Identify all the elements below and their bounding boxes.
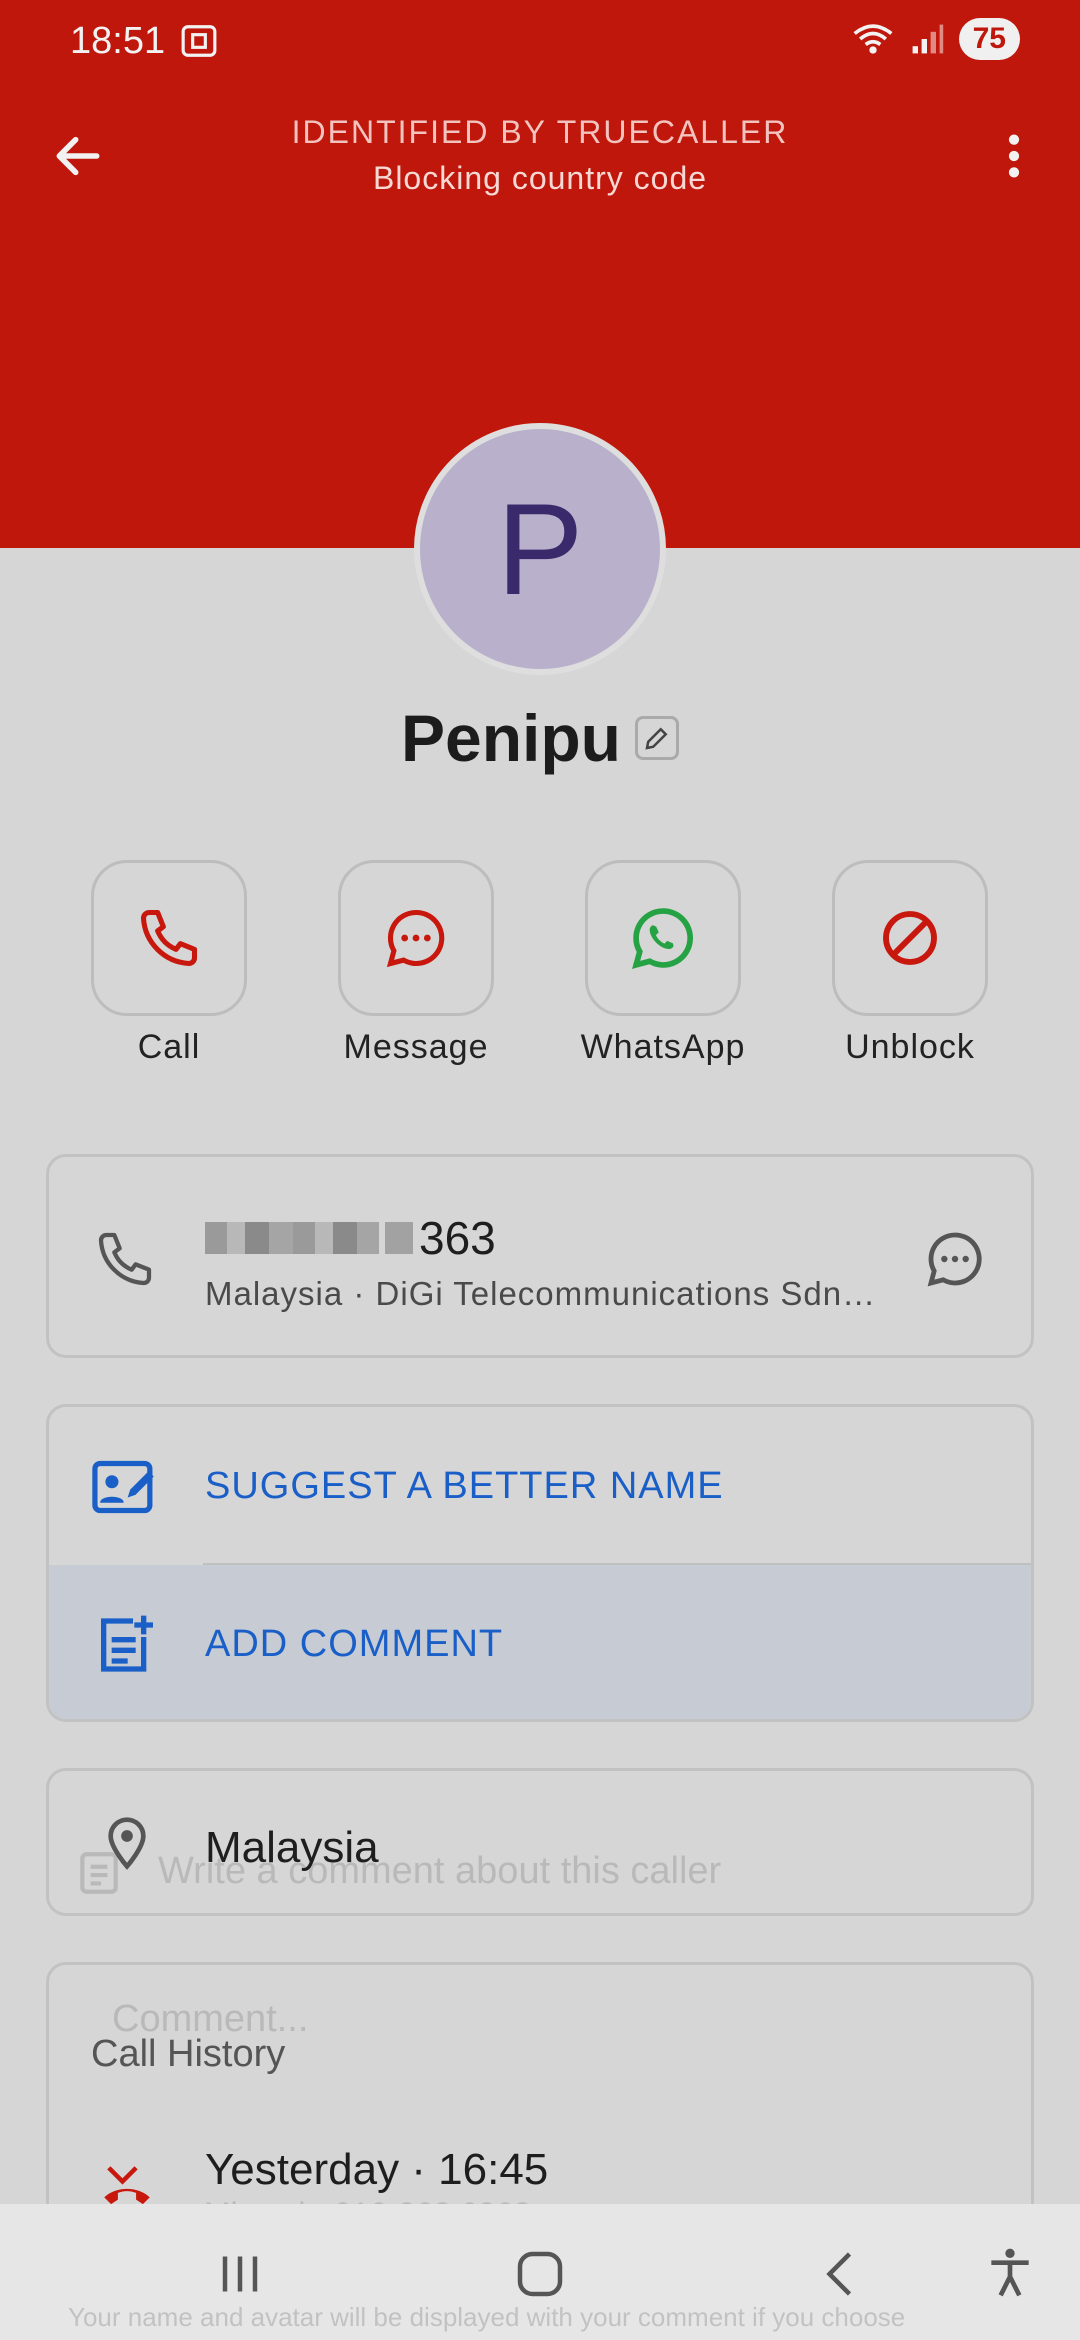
add-comment-label: ADD COMMENT [205, 1623, 504, 1665]
whatsapp-label: WhatsApp [580, 1028, 746, 1066]
add-note-icon [101, 1615, 153, 1672]
location-label: Malaysia [205, 1823, 379, 1872]
pencil-edit-icon[interactable] [635, 716, 679, 760]
redacted-digits [385, 1222, 413, 1254]
status-bar: 18:51 75 [0, 0, 1080, 84]
home-icon[interactable] [510, 2244, 570, 2304]
location-pin-icon [108, 1817, 146, 1870]
suggest-name-row[interactable]: SUGGEST A BETTER NAME [49, 1407, 1031, 1565]
call-label: Call [137, 1028, 201, 1066]
action-buttons: Call Message WhatsApp Unblock [0, 860, 1080, 1080]
phone-icon [98, 1232, 152, 1286]
redacted-digits [205, 1222, 379, 1254]
status-indicators: 75 [851, 18, 1020, 60]
contact-name-row: Penipu [0, 700, 1080, 776]
phone-number-card[interactable]: 363 Malaysia · DiGi Telecommunications S… [46, 1154, 1034, 1358]
status-time: 18:51 [70, 20, 166, 62]
wifi-icon [853, 24, 893, 54]
suggest-comment-card: SUGGEST A BETTER NAME ADD COMMENT [46, 1404, 1034, 1722]
whatsapp-button[interactable] [585, 860, 741, 1016]
app-bar: IDENTIFIED BY TRUECALLER Blocking countr… [0, 100, 1080, 210]
contact-name: Penipu [400, 701, 621, 775]
phone-number-suffix: 363 [419, 1212, 496, 1264]
unblock-label: Unblock [845, 1028, 975, 1066]
more-vert-icon[interactable] [986, 128, 1042, 184]
comment-footer-note: Your name and avatar will be displayed w… [68, 2302, 906, 2332]
identified-by-label: IDENTIFIED BY TRUECALLER [291, 114, 789, 150]
whatsapp-action[interactable]: WhatsApp [581, 860, 744, 1067]
avatar-initial: P [496, 476, 584, 622]
blocking-reason: Blocking country code [372, 160, 708, 196]
chat-bubble-icon[interactable] [923, 1227, 987, 1291]
chat-bubble-icon [386, 909, 445, 968]
suggest-name-label: SUGGEST A BETTER NAME [205, 1465, 724, 1507]
call-history-time: Yesterday · 16:45 [205, 2145, 549, 2194]
screenshot-icon [181, 25, 217, 57]
whatsapp-icon [632, 908, 694, 969]
message-button[interactable] [338, 860, 494, 1016]
battery-badge: 75 [958, 18, 1020, 60]
signal-icon [912, 24, 943, 54]
message-action[interactable]: Message [338, 860, 494, 1067]
add-comment-row[interactable]: ADD COMMENT [49, 1565, 1031, 1719]
phone-number: 363 [205, 1211, 496, 1265]
location-card[interactable]: Malaysia [46, 1768, 1034, 1916]
avatar: P [414, 423, 666, 675]
call-action[interactable]: Call [91, 860, 247, 1067]
call-button[interactable] [91, 860, 247, 1016]
edit-contact-icon [92, 1460, 154, 1514]
unblock-button[interactable] [832, 860, 988, 1016]
block-icon [883, 911, 937, 965]
carrier-info: Malaysia · DiGi Telecommunications Sdn… [205, 1275, 877, 1312]
call-history-title: Call History [91, 2033, 286, 2075]
message-label: Message [343, 1028, 489, 1066]
nav-back-icon[interactable] [812, 2244, 872, 2304]
unblock-action[interactable]: Unblock [832, 860, 988, 1067]
recents-icon[interactable] [210, 2244, 270, 2304]
phone-icon [140, 909, 198, 967]
accessibility-icon[interactable] [982, 2244, 1038, 2300]
